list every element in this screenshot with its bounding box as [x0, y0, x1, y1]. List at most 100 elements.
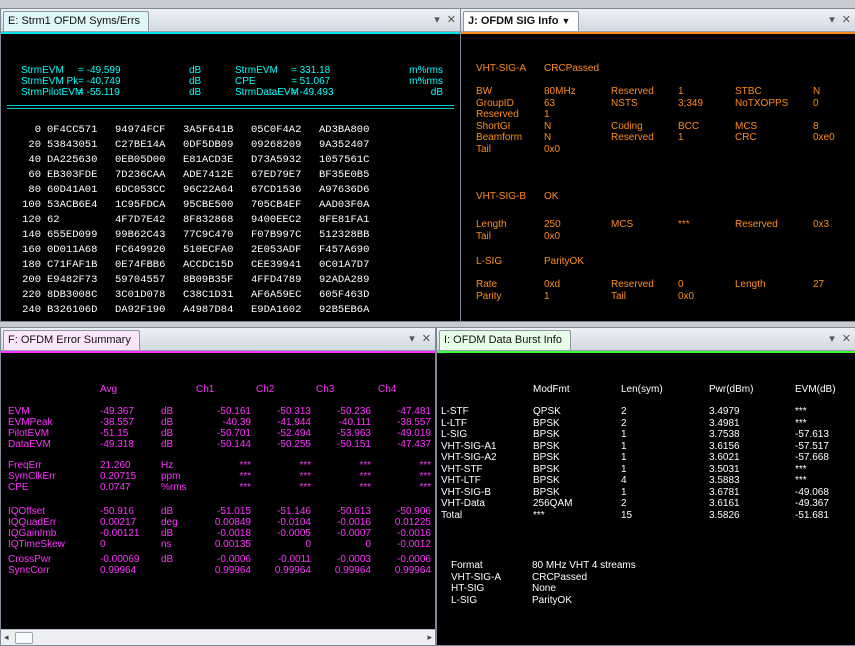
stat-cell: StrmEVM: [21, 65, 64, 76]
metric-channel-value: -50.151: [337, 439, 371, 450]
symbol-cell: 1C95FDCA: [115, 199, 166, 211]
symbol-cell: 99B62C43: [115, 229, 166, 241]
sig-field: Coding: [611, 120, 643, 132]
stat-cell: dB: [189, 65, 202, 76]
metric-channel-value: -0.0018: [217, 528, 251, 539]
metric-avg: -51.15: [100, 428, 129, 439]
close-icon[interactable]: ✕: [842, 14, 851, 26]
symbol-cell: 0E74FBB6: [115, 259, 166, 271]
stat-cell: = 331.18: [291, 65, 331, 76]
panel-i-window-controls: ▾ ✕: [822, 332, 851, 345]
symbol-cell: 8DB3008C: [47, 289, 98, 301]
sig-field: CRC: [735, 132, 757, 143]
metric-channel-value: ***: [419, 482, 431, 493]
dropdown-arrow-icon[interactable]: ▾: [409, 333, 415, 345]
symbol-cell: 62: [47, 214, 60, 226]
symbol-cell: 0D011A68: [47, 244, 98, 256]
tab-strm1-ofdm-syms-errs[interactable]: E: Strm1 OFDM Syms/Errs: [3, 11, 149, 31]
metric-channel-value: -53.963: [337, 428, 371, 439]
vht_sig_b-label: VHT-SIG-B: [476, 191, 527, 202]
tab-dropdown-icon[interactable]: ▼: [561, 16, 570, 26]
sig-field: 1: [678, 132, 684, 143]
symbol-cell: 53843051: [47, 139, 98, 151]
metric-label: IQOffset: [8, 506, 46, 517]
metric-label: DataEVM: [8, 439, 51, 450]
metric-channel-value: -0.0016: [337, 517, 371, 528]
symbol-cell: 92B5EB6A: [319, 304, 370, 316]
vht_sig_b-status: OK: [544, 191, 559, 202]
panel-f-titlebar[interactable]: F: OFDM Error Summary ▾ ✕: [1, 328, 435, 351]
symbol-cell: 60D41A01: [47, 184, 98, 196]
symbol-cell: C27BE14A: [115, 139, 166, 151]
symbol-cell: AD3BA800: [319, 124, 370, 136]
sig-field: NSTS: [611, 97, 638, 109]
symbol-cell: E81ACD3E: [183, 154, 234, 166]
symbol-cell: 67CD1536: [251, 184, 302, 196]
close-icon[interactable]: ✕: [447, 14, 456, 26]
sig-field: 63: [544, 97, 556, 109]
vht_sig_a-label: VHT-SIG-A: [476, 63, 527, 74]
tab-ofdm-error-summary[interactable]: F: OFDM Error Summary: [3, 330, 140, 350]
metric-channel-value: -50.313: [277, 406, 311, 417]
metric-unit: Hz: [161, 460, 174, 471]
sig-field: Beamform: [476, 132, 523, 143]
metric-channel-value: -52.494: [277, 428, 311, 439]
stat-cell: dB: [430, 87, 443, 98]
symbol-cell: 8FE81FA1: [319, 214, 370, 226]
horizontal-scrollbar[interactable]: ◂ ▸: [1, 629, 435, 645]
column-header: Ch1: [196, 384, 215, 395]
symbol-cell: B326106D: [47, 304, 98, 316]
metric-channel-value: -0.0104: [277, 517, 311, 528]
panel-i-titlebar[interactable]: I: OFDM Data Burst Info ▾ ✕: [437, 328, 855, 351]
metric-label: IQGainImb: [8, 528, 57, 539]
metric-channel-value: -50.236: [337, 406, 371, 417]
sig-field: ShortGI: [476, 120, 511, 132]
burst-cell: 3.5883: [709, 475, 740, 486]
metric-channel-value: -0.0006: [397, 554, 431, 565]
symbol-cell: FC649920: [115, 244, 166, 256]
sig-field: Tail: [476, 230, 492, 242]
scroll-right-icon[interactable]: ▸: [427, 630, 432, 645]
symbol-cell: 0DF5DB09: [183, 139, 234, 151]
symbol-cell: 0EB05D00: [115, 154, 166, 166]
metric-avg: -50.916: [100, 506, 134, 517]
metric-unit: dB: [161, 506, 174, 517]
metric-channel-value: ***: [359, 482, 371, 493]
tab-label: E: Strm1 OFDM Syms/Errs: [8, 15, 140, 27]
symbol-cell: 4FFD4789: [251, 274, 302, 286]
sig-field: Reserved: [476, 109, 519, 120]
panel-strm1-ofdm-syms-errs: E: Strm1 OFDM Syms/Errs ▾ ✕ StrmEVM = -49.…: [0, 8, 461, 322]
burst-cell: ***: [795, 417, 807, 429]
dropdown-arrow-icon[interactable]: ▾: [829, 333, 835, 345]
panel-f-accent: [1, 351, 435, 353]
metric-avg: -49.367: [100, 406, 134, 417]
symbol-cell: 09268209: [251, 139, 302, 151]
symbol-cell: 9400EEC2: [251, 214, 302, 226]
burst-cell: 3.5031: [709, 463, 740, 475]
stat-cell: = 51.067: [291, 76, 331, 87]
close-icon[interactable]: ✕: [422, 333, 431, 345]
tab-ofdm-data-burst-info[interactable]: I: OFDM Data Burst Info: [439, 330, 571, 350]
panel-ofdm-error-summary: F: OFDM Error Summary ▾ ✕ Avg Ch1 Ch2 Ch3 Ch4…: [0, 327, 436, 646]
column-header: Ch4: [378, 384, 397, 395]
metric-unit: %rms: [161, 482, 187, 493]
metric-unit: deg: [161, 517, 178, 528]
burst-cell: VHT-Data: [441, 498, 485, 509]
panel-j-window-controls: ▾ ✕: [822, 13, 851, 26]
tab-ofdm-sig-info[interactable]: J: OFDM SIG Info ▼: [463, 11, 580, 31]
close-icon[interactable]: ✕: [842, 333, 851, 345]
summary-value: None: [532, 583, 556, 594]
burst-cell: 1: [621, 486, 627, 498]
panel-e-titlebar[interactable]: E: Strm1 OFDM Syms/Errs ▾ ✕: [1, 9, 460, 32]
panel-j-titlebar[interactable]: J: OFDM SIG Info ▼ ▾ ✕: [461, 9, 855, 32]
symbol-cell: 100: [22, 199, 41, 211]
metric-channel-value: -47.437: [397, 439, 431, 450]
dropdown-arrow-icon[interactable]: ▾: [829, 14, 835, 26]
dropdown-arrow-icon[interactable]: ▾: [434, 14, 440, 26]
scroll-thumb[interactable]: [15, 632, 33, 644]
summary-label: HT-SIG: [451, 583, 485, 594]
metric-avg: 0.20715: [100, 471, 137, 482]
tab-label: J: OFDM SIG Info: [468, 15, 559, 27]
metric-label: FreqErr: [8, 460, 42, 471]
scroll-left-icon[interactable]: ◂: [4, 630, 9, 645]
